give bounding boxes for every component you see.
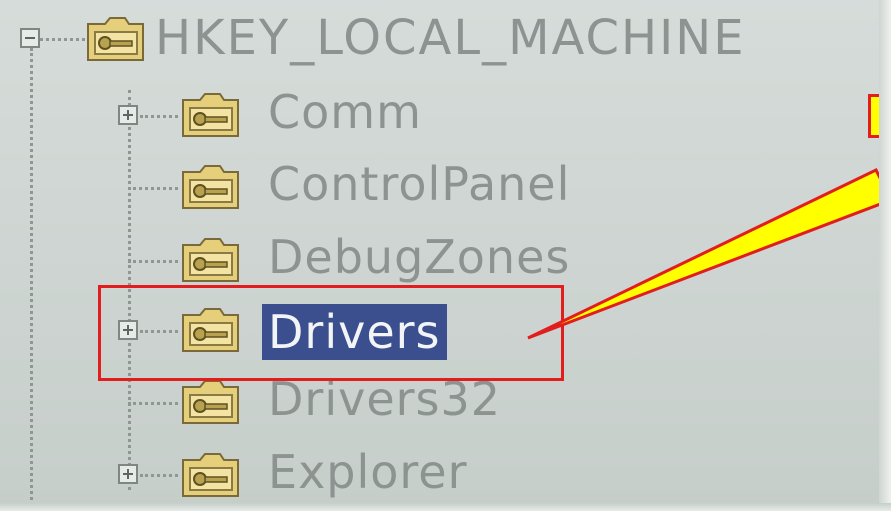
tree-root-label[interactable]: HKEY_LOCAL_MACHINE (155, 10, 746, 66)
connector-debugzones (128, 260, 178, 263)
red-highlight-box (98, 285, 564, 381)
registry-key-folder-icon (180, 448, 242, 500)
connector-root (40, 38, 85, 41)
tree-item-comm[interactable]: Comm (268, 84, 422, 140)
screen-bezel-bottom (0, 503, 891, 511)
root-collapse-expander[interactable] (20, 28, 40, 48)
registry-key-folder-icon (85, 12, 147, 64)
connector-comm (140, 115, 178, 118)
explorer-expand-expander[interactable] (118, 464, 138, 484)
connector-explorer (140, 474, 178, 477)
registry-key-folder-icon (180, 88, 242, 140)
registry-key-folder-icon (180, 160, 242, 212)
connector-drivers32 (128, 402, 178, 405)
comm-expand-expander[interactable] (118, 105, 138, 125)
tree-item-debugzones[interactable]: DebugZones (268, 229, 570, 285)
tree-trunk-line (30, 48, 33, 511)
tree-item-explorer[interactable]: Explorer (268, 444, 468, 500)
registry-key-folder-icon (180, 375, 242, 427)
tree-item-controlpanel[interactable]: ControlPanel (268, 156, 570, 212)
connector-controlpanel (128, 187, 178, 190)
screen-bezel-right (879, 0, 891, 511)
registry-key-folder-icon (180, 233, 242, 285)
registry-editor-tree-view: HKEY_LOCAL_MACHINE Comm ControlPanel Deb… (0, 0, 891, 511)
